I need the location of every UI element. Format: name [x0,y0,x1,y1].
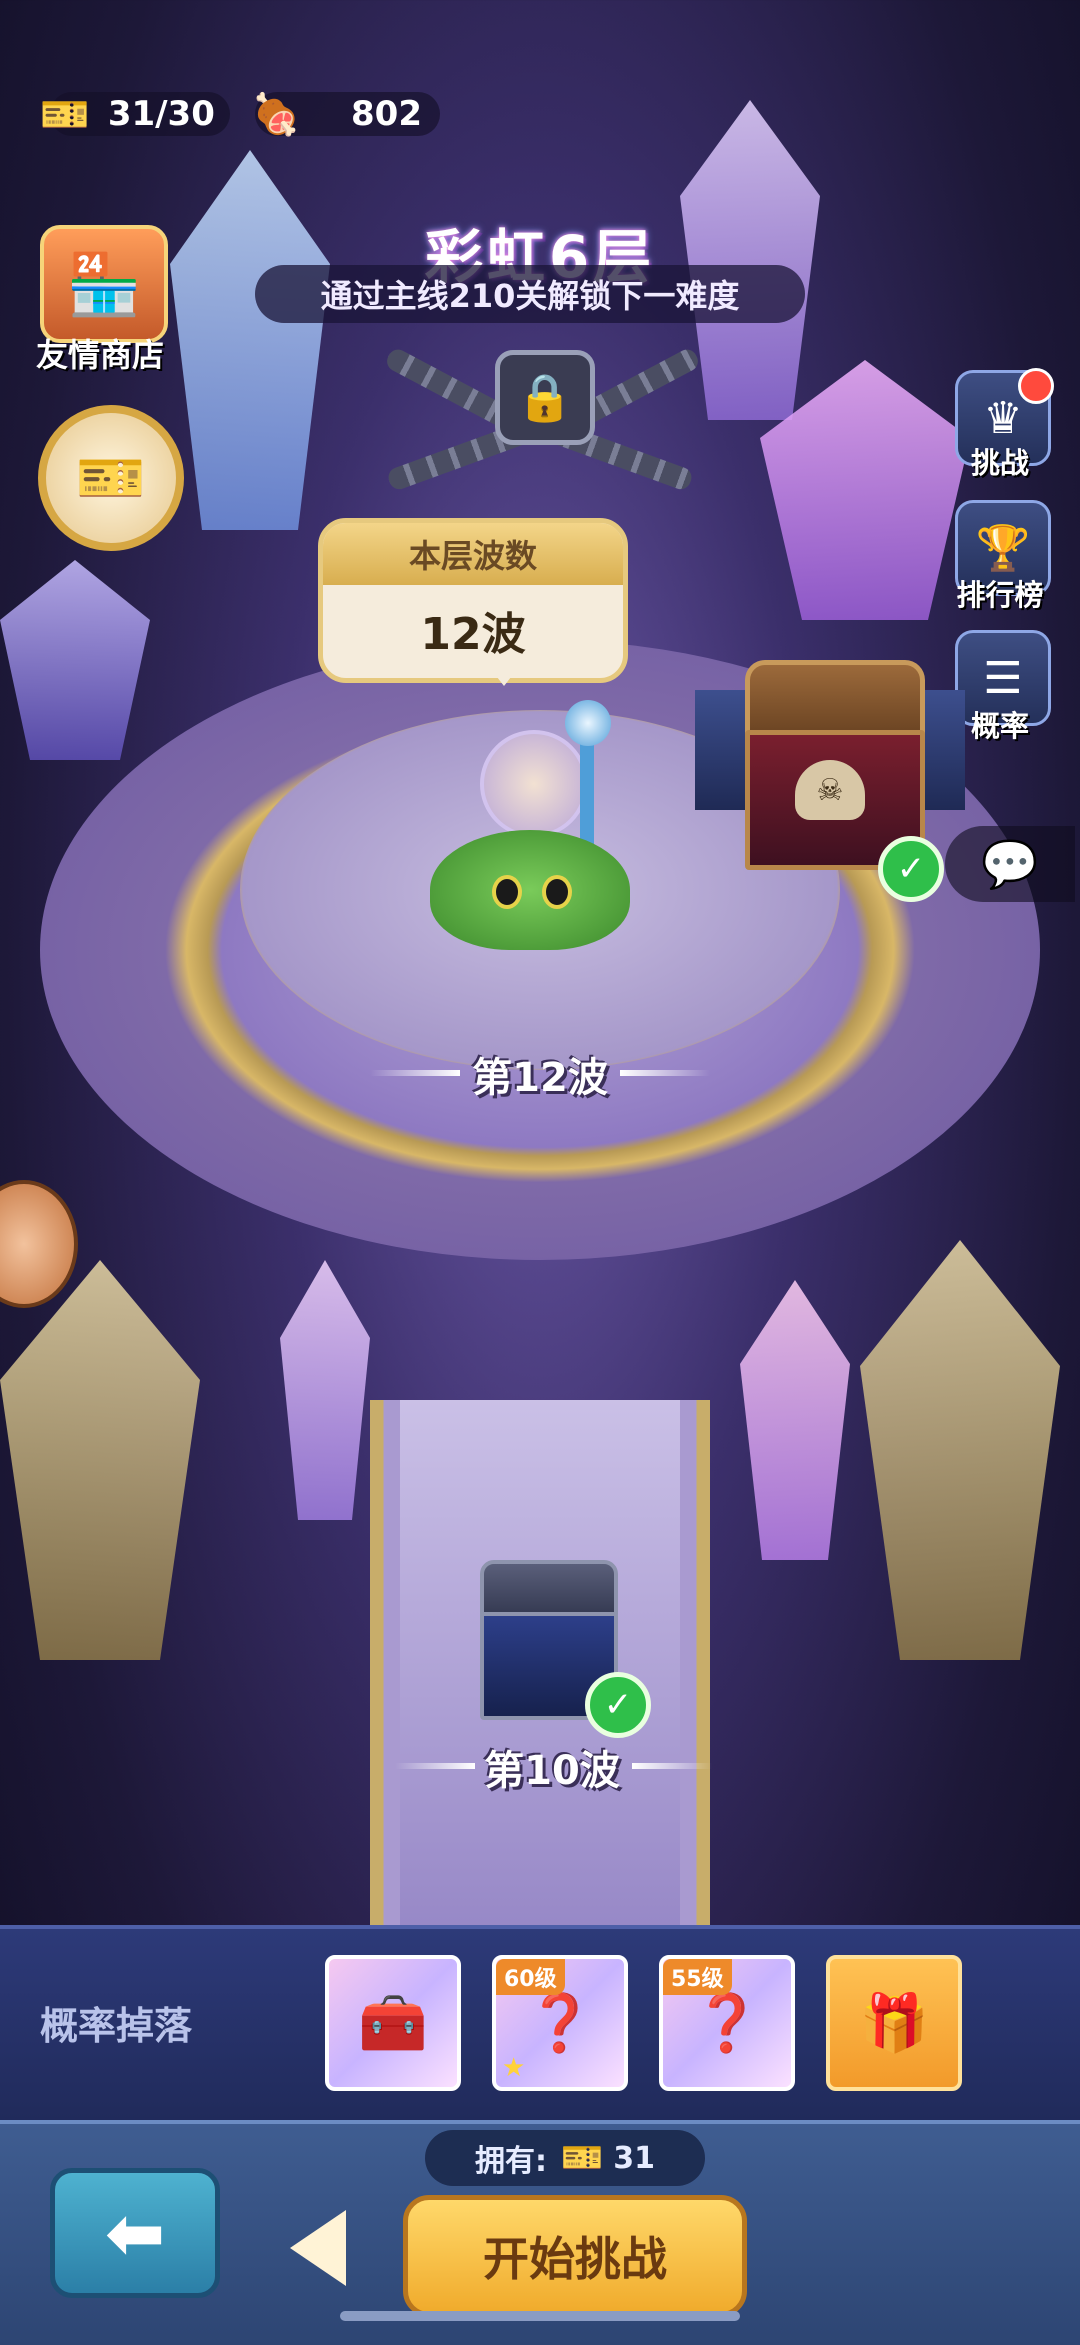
list-icon: ☰ [983,652,1023,704]
check-icon: ✓ [585,1672,651,1738]
ticket-icon: 🎫 [560,2138,604,2178]
previous-floor-button[interactable] [290,2210,346,2286]
shop-icon: 🏪 [66,249,142,320]
chest-icon: 🧰 [358,1991,428,2056]
ticket-purchase-button[interactable]: 🎫 [38,405,184,551]
chat-icon: 💬 [981,836,1039,891]
star-icon: ★ [502,2053,526,2083]
notification-dot [1018,368,1054,404]
owned-count: 31 [613,2140,656,2176]
slime-eye [542,875,572,909]
ticket-count: 31/30 [107,94,215,134]
chest-lid [480,1560,618,1618]
ticket-counter[interactable]: 🎫 31/30 [40,92,230,138]
back-button[interactable]: ⬅ [50,2168,220,2298]
crown-icon: ♛ [983,392,1023,444]
owned-tickets-pill: 拥有: 🎫 31 [425,2130,705,2186]
bubble-tail [490,668,518,686]
level-tag: 60级 [496,1959,565,1995]
slime-eye [492,875,522,909]
crystal-decoration [740,1280,850,1560]
friendship-shop-button[interactable]: 🏪 [40,225,168,343]
crystal-decoration [0,1260,200,1660]
check-icon: ✓ [878,836,944,902]
drop-slot[interactable]: 55级 ❓ [659,1955,795,2091]
ranking-label: 排行榜 [956,578,1044,612]
home-indicator [340,2311,740,2321]
lock-icon: 🔒 [495,350,595,445]
meat-icon: 🍖 [251,91,301,138]
level-tag: 55级 [663,1959,732,1995]
drop-slot[interactable]: 60级 ❓ ★ [492,1955,628,2091]
side-character-avatar[interactable] [0,1180,78,1308]
start-challenge-button[interactable]: 开始挑战 [403,2195,747,2317]
challenge-label: 挑战 [970,446,1029,480]
ticket-icon: 🎫 [76,446,146,511]
food-count: 802 [351,94,422,134]
drop-slot[interactable]: 🧰 [325,1955,461,2091]
ticket-icon: 🎫 [40,91,90,138]
previous-wave-label: 第10波 [484,1748,620,1794]
owned-label: 拥有: [474,2144,547,2179]
food-counter[interactable]: 🍖 802 [251,92,440,138]
slime-mount [430,830,630,950]
crystal-decoration [860,1240,1060,1660]
mystery-chest-icon: 🎁 [859,1991,929,2056]
chest-lid [745,660,925,740]
crystal-decoration [170,150,330,530]
crystal-decoration [0,560,150,760]
friendship-shop-label: 友情商店 [35,336,164,374]
staff-orb [565,700,611,746]
wave-count-value: 12波 [420,609,526,660]
wave-count-bubble: 本层波数 12波 [318,518,628,683]
armor-icon: ❓ [692,1991,762,2056]
wave-line-right [632,1763,712,1769]
unlock-hint: 通过主线210关解锁下一难度 [255,265,805,323]
chat-button[interactable]: 💬 [945,826,1075,902]
hero-head [480,730,588,838]
hero-character[interactable] [420,700,640,950]
boss-chest[interactable]: ☠ [695,660,965,870]
armor-icon: ❓ [525,1991,595,2056]
wave-count-header: 本层波数 [323,523,623,585]
current-wave-label: 第12波 [472,1055,608,1101]
wave-line-right [620,1070,710,1076]
drop-label: 概率掉落 [40,2004,193,2048]
drop-slot[interactable]: 🎁 [826,1955,962,2091]
trophy-icon: 🏆 [975,523,1031,574]
crystal-decoration [280,1260,370,1520]
arrow-left-icon: ⬅ [104,2191,166,2275]
